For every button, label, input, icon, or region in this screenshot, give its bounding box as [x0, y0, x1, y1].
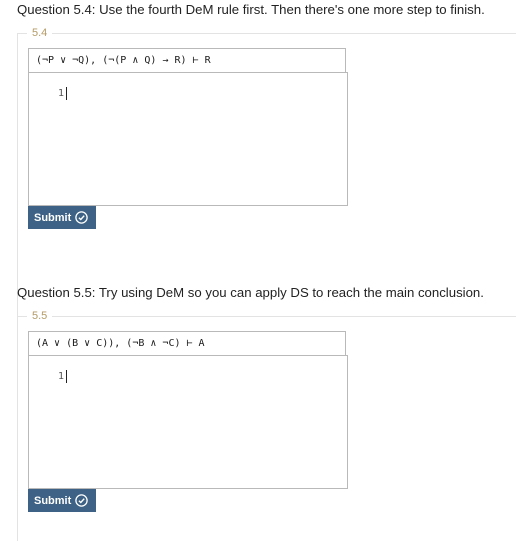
problem-statement: (A ∨ (B ∨ C)), (¬B ∧ ¬C) ⊢ A — [28, 331, 346, 355]
proof-editor[interactable]: 1 — [28, 72, 348, 206]
problem-statement: (¬P ∨ ¬Q), (¬(P ∧ Q) → R) ⊢ R — [28, 48, 346, 72]
question-title: Question 5.5: Try using DeM so you can a… — [17, 285, 484, 300]
question-title: Question 5.4: Use the fourth DeM rule fi… — [17, 2, 485, 17]
submit-label: Submit — [34, 494, 72, 507]
text-cursor — [66, 87, 67, 100]
question-number: 5.5 — [32, 310, 48, 322]
question-number: 5.4 — [32, 27, 48, 39]
line-number: 1 — [58, 371, 65, 382]
check-circle-icon — [75, 494, 89, 507]
proof-editor[interactable]: 1 — [28, 355, 348, 489]
text-cursor — [66, 370, 67, 383]
submit-button[interactable]: Submit — [28, 206, 96, 229]
line-number: 1 — [58, 88, 65, 99]
submit-label: Submit — [34, 211, 72, 224]
submit-button[interactable]: Submit — [28, 489, 96, 512]
check-circle-icon — [75, 211, 89, 224]
